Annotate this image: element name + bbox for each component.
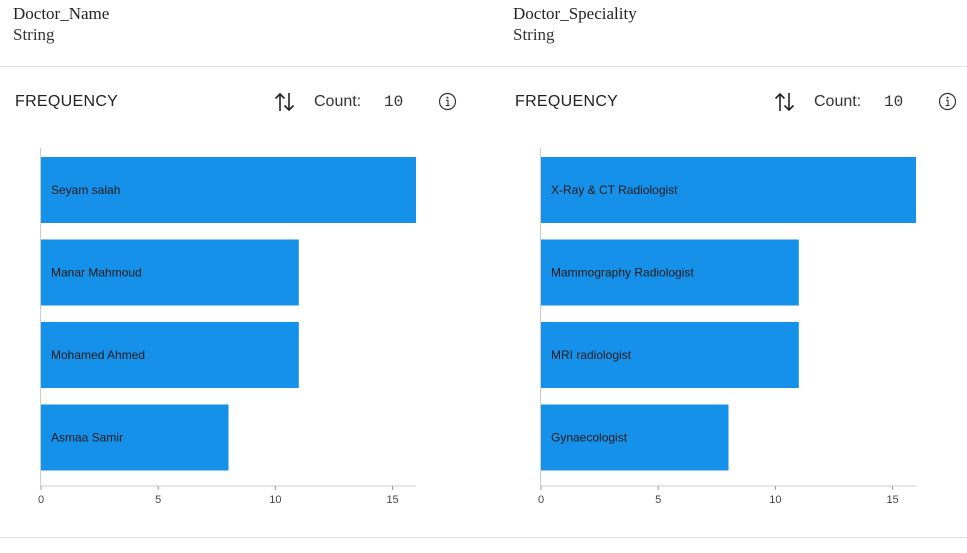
- x-tick-label: 15: [386, 494, 398, 506]
- x-tick-label: 15: [886, 494, 898, 506]
- x-tick-label: 10: [769, 494, 781, 506]
- info-icon[interactable]: [938, 92, 957, 111]
- bar-label: MRI radiologist: [551, 348, 632, 362]
- info-icon[interactable]: [438, 92, 457, 111]
- column-type: String: [513, 25, 555, 44]
- count-label: Count:: [814, 93, 862, 110]
- x-tick-label: 0: [38, 494, 44, 506]
- x-tick-label: 5: [155, 494, 161, 506]
- frequency-label: FREQUENCY: [15, 93, 119, 110]
- column-name: Doctor_Speciality: [513, 4, 637, 23]
- sort-arrows-icon[interactable]: [273, 91, 297, 113]
- doctor-name-frequency-chart: Seyam salah Manar Mahmoud Mohamed Ahmed Asm…: [38, 148, 416, 506]
- column-name: Doctor_Name: [13, 4, 110, 23]
- count-label: Count:: [314, 93, 362, 110]
- sort-arrows-icon[interactable]: [773, 91, 797, 113]
- x-tick-label: 10: [269, 494, 281, 506]
- bar-label: Asmaa Samir: [51, 431, 123, 445]
- column-type: String: [13, 25, 55, 44]
- count-value: 10: [884, 93, 904, 111]
- count-value: 10: [384, 93, 404, 111]
- bar-label: Gynaecologist: [551, 431, 628, 445]
- frequency-label: FREQUENCY: [515, 93, 619, 110]
- doctor-name-panel: Doctor_Name String FREQUENCY Count: 10 S…: [0, 0, 483, 553]
- x-tick-label: 0: [538, 494, 544, 506]
- bar-label: X-Ray & CT Radiologist: [551, 183, 678, 197]
- doctor-speciality-panel: Doctor_Speciality String FREQUENCY Count…: [500, 0, 967, 553]
- bar-label: Seyam salah: [51, 183, 120, 197]
- bar-label: Mammography Radiologist: [551, 266, 694, 280]
- bar-label: Manar Mahmoud: [51, 266, 142, 280]
- bar-label: Mohamed Ahmed: [51, 348, 145, 362]
- doctor-speciality-frequency-chart: X-Ray & CT Radiologist Mammography Radiol…: [538, 148, 916, 506]
- x-tick-label: 5: [655, 494, 661, 506]
